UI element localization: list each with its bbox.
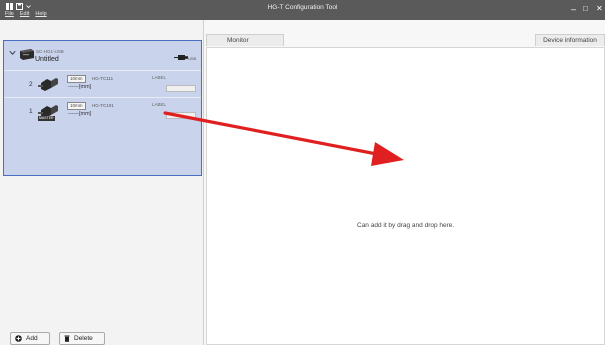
usb-connection: USB	[174, 53, 202, 63]
maximize-button[interactable]: □	[583, 4, 588, 14]
drop-hint-text: Can add it by drag and drop here.	[357, 222, 455, 229]
sensor-label-field[interactable]	[166, 112, 196, 119]
usb-icon	[174, 55, 188, 60]
connection-label: USB	[188, 56, 197, 61]
tab-device-information[interactable]: Device information	[535, 34, 605, 46]
window-title: HG-T Configuration Tool	[267, 4, 338, 11]
delete-button[interactable]: Delete	[59, 332, 105, 345]
add-icon	[15, 335, 22, 342]
master-badge: MASTER	[38, 116, 55, 121]
menu-bar: File Edit Help	[5, 11, 47, 17]
collapse-chevron-icon[interactable]	[9, 50, 16, 58]
delete-label: Delete	[74, 335, 93, 342]
main-area: Monitor Device information Can add it by…	[204, 20, 605, 345]
controller-model: SC-HG1-USB	[36, 49, 64, 54]
trash-icon	[64, 335, 70, 342]
sensor-model: HG-TC101	[92, 103, 114, 108]
sensor-model: HG-TC111	[92, 76, 114, 81]
minimize-button[interactable]: –	[571, 4, 576, 14]
sensor-label-key: LABEL	[152, 75, 167, 80]
close-button[interactable]: ✕	[596, 4, 603, 14]
title-bar: File Edit Help HG-T Configuration Tool –…	[0, 0, 605, 20]
menu-help[interactable]: Help	[35, 11, 46, 17]
sensor-range-badge: 10mm	[67, 102, 86, 110]
controller-name: Untitled	[35, 56, 59, 63]
tab-monitor[interactable]: Monitor	[206, 34, 284, 46]
add-label: Add	[26, 335, 38, 342]
device-tree-panel: SC-HG1-USB Untitled USB 2 10mm HG-TC111	[0, 20, 204, 345]
sensor-head-icon	[38, 78, 58, 91]
sensor-reading: ------[mm]	[68, 84, 92, 90]
add-button[interactable]: Add	[10, 332, 50, 345]
device-tree[interactable]: SC-HG1-USB Untitled USB 2 10mm HG-TC111	[3, 40, 202, 176]
controller-device-icon	[20, 49, 34, 60]
sensor-number: 2	[29, 81, 33, 88]
sensor-range-badge: 10mm	[67, 75, 86, 83]
sensor-reading: ------[mm]	[68, 111, 92, 117]
sensor-number: 1	[29, 108, 33, 115]
sensor-label-field[interactable]	[166, 85, 196, 92]
menu-edit[interactable]: Edit	[20, 11, 29, 17]
monitor-drop-area[interactable]: Can add it by drag and drop here.	[206, 47, 605, 345]
menu-file[interactable]: File	[5, 11, 14, 17]
sensor-label-key: LABEL	[152, 102, 167, 107]
